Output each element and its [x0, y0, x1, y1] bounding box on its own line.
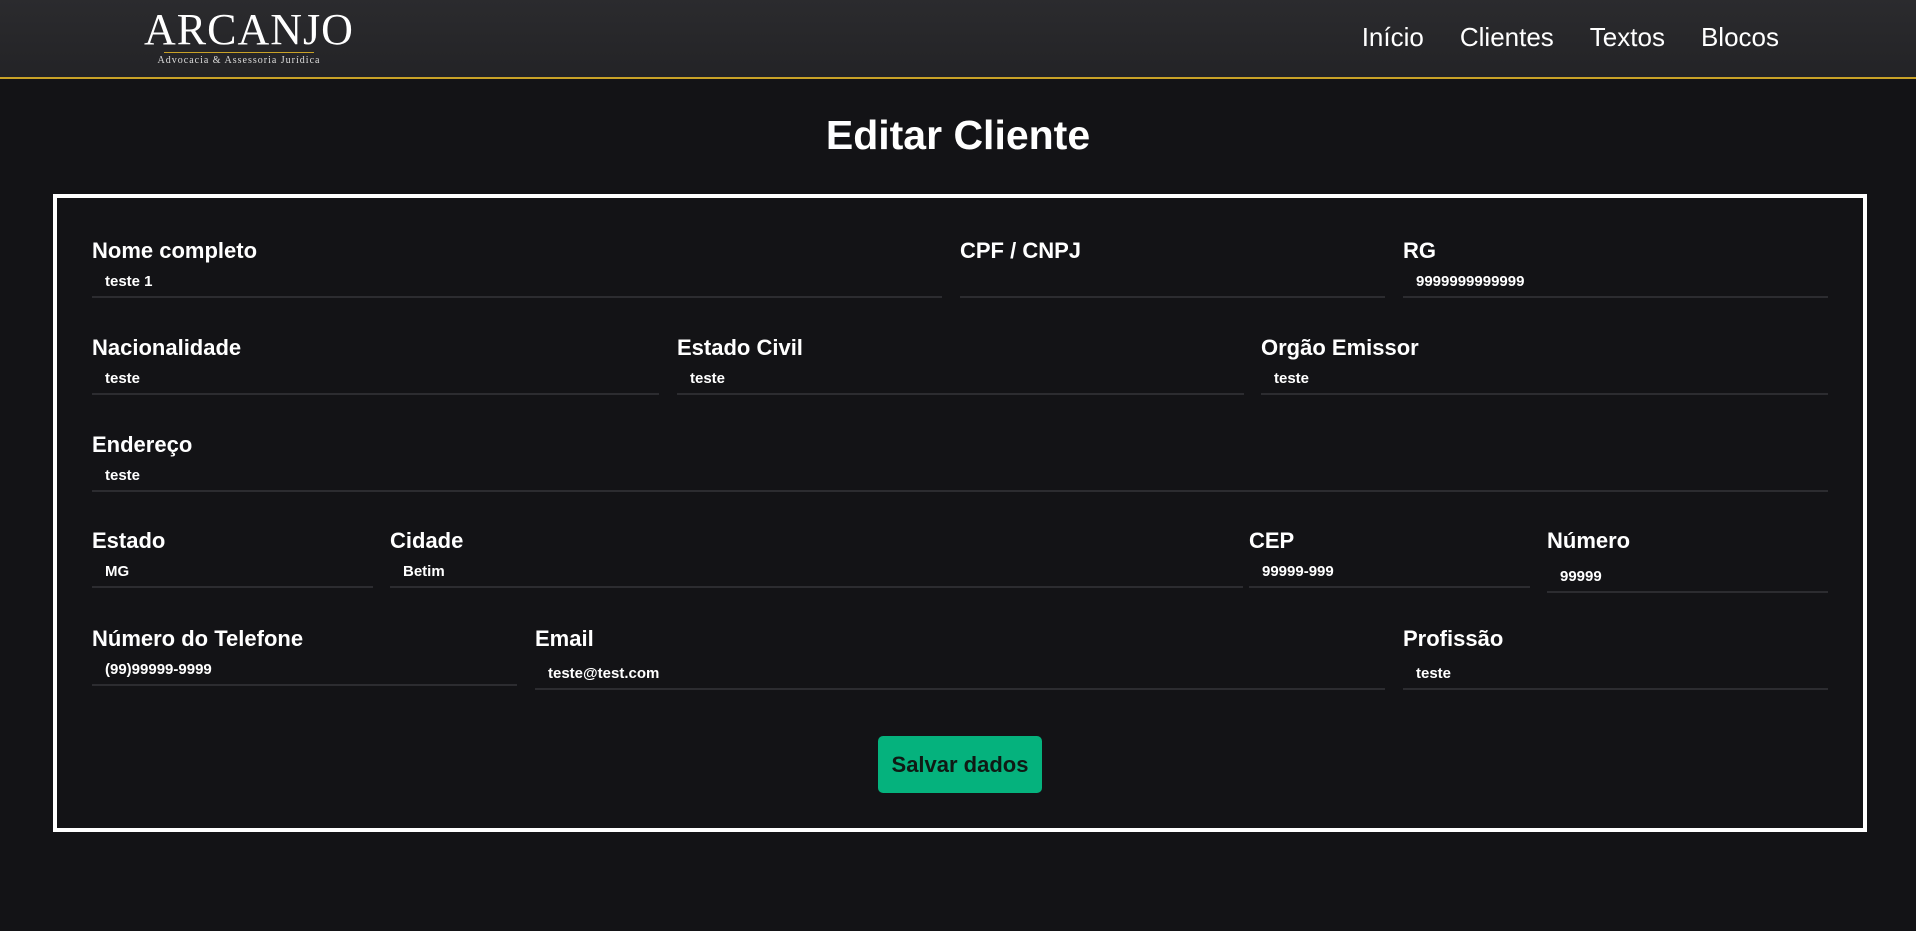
cpf-cnpj-input[interactable] — [960, 266, 1385, 298]
logo-subtitle: Advocacia & Assessoria Jurídica — [157, 55, 321, 66]
nav-link-blocos[interactable]: Blocos — [1701, 22, 1779, 53]
email-label: Email — [535, 626, 594, 651]
nome-completo-input[interactable] — [92, 266, 942, 298]
top-navbar: ARCANJO Advocacia & Assessoria Jurídica … — [0, 0, 1916, 79]
nav-link-textos[interactable]: Textos — [1590, 22, 1665, 53]
orgao-emissor-input[interactable] — [1261, 363, 1828, 395]
field-profissao: Profissão — [1403, 626, 1828, 692]
field-nome-completo: Nome completo — [92, 238, 942, 300]
telefone-input[interactable] — [92, 654, 517, 686]
field-email: Email — [535, 626, 1385, 692]
nav-menu: Início Clientes Textos Blocos — [1362, 22, 1779, 53]
save-button[interactable]: Salvar dados — [878, 736, 1042, 793]
cep-label: CEP — [1249, 528, 1295, 553]
arcanjo-logo[interactable]: ARCANJO Advocacia & Assessoria Jurídica — [144, 5, 354, 68]
endereco-input[interactable] — [92, 460, 1828, 492]
estado-input[interactable] — [92, 556, 373, 588]
telefone-label: Número do Telefone — [92, 626, 304, 651]
endereco-label: Endereço — [92, 432, 193, 457]
numero-label: Número — [1547, 528, 1631, 553]
field-estado-civil: Estado Civil — [677, 335, 1244, 397]
logo-title: ARCANJO — [144, 5, 354, 54]
page-title: Editar Cliente — [825, 112, 1091, 158]
nacionalidade-label: Nacionalidade — [92, 335, 242, 360]
field-numero: Número — [1547, 528, 1828, 595]
nav-link-clientes[interactable]: Clientes — [1460, 22, 1554, 53]
cidade-label: Cidade — [390, 528, 464, 553]
field-cidade: Cidade — [390, 528, 1243, 590]
estado-label: Estado — [92, 528, 166, 553]
field-estado: Estado — [92, 528, 373, 590]
nacionalidade-input[interactable] — [92, 363, 659, 395]
numero-input[interactable] — [1547, 561, 1828, 593]
rg-label: RG — [1403, 238, 1436, 263]
field-orgao-emissor: Orgão Emissor — [1261, 335, 1828, 397]
nav-link-inicio[interactable]: Início — [1362, 22, 1424, 53]
cep-input[interactable] — [1249, 556, 1530, 588]
nome-completo-label: Nome completo — [92, 238, 258, 263]
orgao-emissor-label: Orgão Emissor — [1261, 335, 1419, 360]
field-endereco: Endereço — [92, 432, 1828, 494]
profissao-label: Profissão — [1403, 626, 1504, 651]
cpf-cnpj-label: CPF / CNPJ — [960, 238, 1082, 263]
cidade-input[interactable] — [390, 556, 1243, 588]
email-input[interactable] — [535, 658, 1385, 690]
profissao-input[interactable] — [1403, 658, 1828, 690]
field-cep: CEP — [1249, 528, 1530, 590]
estado-civil-label: Estado Civil — [677, 335, 803, 360]
field-telefone: Número do Telefone — [92, 626, 517, 688]
rg-input[interactable] — [1403, 266, 1828, 298]
field-nacionalidade: Nacionalidade — [92, 335, 659, 397]
field-rg: RG — [1403, 238, 1828, 300]
estado-civil-input[interactable] — [677, 363, 1244, 395]
field-cpf-cnpj: CPF / CNPJ — [960, 238, 1385, 300]
